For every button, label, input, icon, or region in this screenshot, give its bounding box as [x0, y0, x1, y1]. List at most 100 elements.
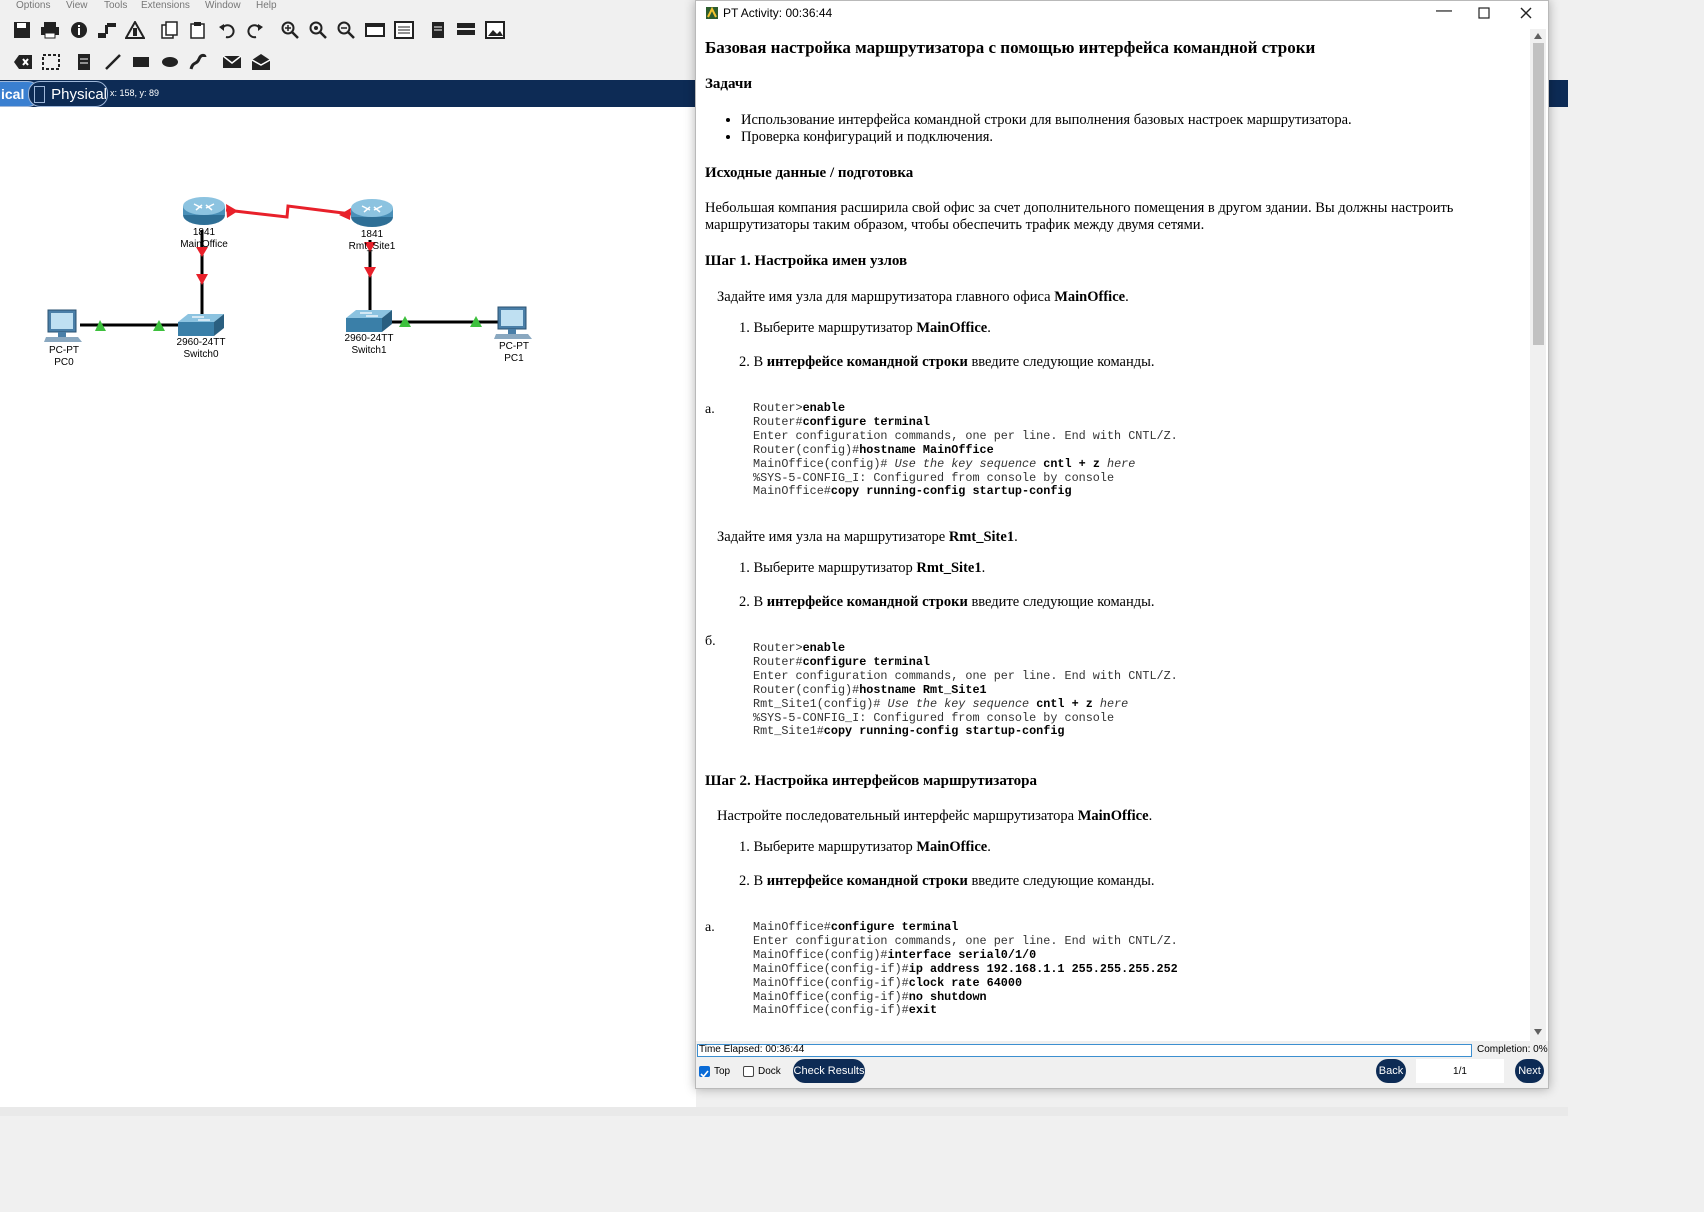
- switch-model: 2960-24TT: [344, 333, 394, 344]
- tasks-heading: Задачи: [705, 76, 753, 92]
- step1a-item1: 1. Выберите маршрутизатор MainOffice.: [739, 320, 991, 336]
- line-icon[interactable]: [102, 51, 124, 73]
- switch-switch1[interactable]: [346, 310, 392, 332]
- router-model: 1841: [360, 229, 384, 240]
- device-template-icon[interactable]: [455, 19, 477, 41]
- checkmark-icon: [700, 1070, 709, 1078]
- print-icon[interactable]: [39, 19, 61, 41]
- rectangle-icon[interactable]: [130, 51, 152, 73]
- router-icon: [351, 199, 393, 227]
- cursor-coordinates: x: 158, y: 89: [110, 88, 160, 98]
- code-marker-a: a.: [705, 402, 715, 417]
- pc-pc0[interactable]: [44, 309, 84, 343]
- main-toolbar: [0, 16, 700, 46]
- top-checkbox[interactable]: [699, 1066, 710, 1078]
- info-icon[interactable]: [68, 19, 90, 41]
- custom-view-icon[interactable]: [393, 19, 415, 41]
- intro-bold: MainOffice: [1054, 289, 1126, 305]
- code-line: MainOffice(config)#interface serial0/1/0: [753, 947, 1037, 962]
- custom-device-icon[interactable]: [124, 19, 146, 41]
- drawing-toolbar: [0, 48, 700, 78]
- redo-icon[interactable]: [244, 19, 266, 41]
- menu-view[interactable]: View: [66, 0, 88, 11]
- note-icon[interactable]: [73, 51, 95, 73]
- completion-text: Completion: 0%: [1477, 1044, 1548, 1055]
- zoom-out-icon[interactable]: [335, 19, 357, 41]
- image-icon[interactable]: [484, 19, 506, 41]
- code-block-a: Router>enable Router#configure terminal En…: [753, 401, 1178, 499]
- activity-title-bar[interactable]: PT Activity: 00:36:44 —: [696, 1, 1548, 25]
- minimize-button[interactable]: —: [1436, 2, 1452, 20]
- scroll-down-icon[interactable]: [1534, 1029, 1542, 1035]
- simple-pdu-icon[interactable]: [221, 51, 243, 73]
- menu-window[interactable]: Window: [205, 0, 241, 11]
- scroll-up-icon[interactable]: [1534, 33, 1542, 39]
- item-bold: Rmt_Site1: [916, 560, 982, 576]
- logical-workspace[interactable]: 1841 MainOffice 1841 Rmt_Site1 2960-24TT…: [0, 107, 696, 1107]
- maximize-button[interactable]: [1478, 7, 1490, 19]
- pc-pc0-label: PC-PT PC0: [34, 345, 94, 369]
- instructions-content[interactable]: Базовая настройка маршрутизатора с помощ…: [705, 29, 1530, 1041]
- router-mainoffice[interactable]: [182, 196, 226, 226]
- switch-name: Switch0: [183, 349, 219, 360]
- code-line: Router#configure terminal: [753, 654, 930, 669]
- pc-pc1[interactable]: [494, 306, 534, 340]
- network-info-icon[interactable]: [96, 19, 118, 41]
- step1b-item2: 2. В интерфейсе командной строки введите…: [739, 594, 1155, 610]
- step1b-item1: 1. Выберите маршрутизатор Rmt_Site1.: [739, 560, 986, 576]
- zoom-reset-icon[interactable]: [307, 19, 329, 41]
- top-label: Top: [714, 1066, 731, 1077]
- menu-help[interactable]: Help: [256, 0, 277, 11]
- step2a-item2: 2. В интерфейсе командной строки введите…: [739, 873, 1155, 889]
- check-results-button[interactable]: Check Results: [793, 1059, 865, 1083]
- save-icon[interactable]: [11, 19, 33, 41]
- code-line: Enter configuration commands, one per li…: [753, 428, 1178, 443]
- router-rmt-site1[interactable]: [350, 198, 394, 228]
- delete-icon[interactable]: [12, 51, 34, 73]
- code-line: MainOffice(config-if)#clock rate 64000: [753, 975, 1023, 990]
- item-text: Выберите маршрутизатор: [753, 839, 917, 855]
- serial-link: [225, 204, 352, 219]
- pc-icon: [44, 309, 82, 342]
- code-line: MainOffice#copy running-config startup-c…: [753, 484, 1072, 499]
- pc-icon: [494, 306, 532, 339]
- document-icon[interactable]: [427, 19, 449, 41]
- pc-model: PC-PT: [499, 341, 529, 352]
- tab-physical[interactable]: Physical: [28, 81, 108, 107]
- status-strip: [0, 1107, 1568, 1116]
- close-button[interactable]: [1519, 6, 1533, 20]
- dock-checkbox[interactable]: [743, 1066, 754, 1077]
- ellipse-icon[interactable]: [159, 51, 181, 73]
- step2a-intro: Настройте последовательный интерфейс мар…: [717, 808, 1153, 824]
- code-line: Enter configuration commands, one per li…: [753, 933, 1178, 948]
- code-line: Router>enable: [753, 641, 846, 655]
- next-button[interactable]: Next: [1515, 1059, 1544, 1083]
- zoom-in-icon[interactable]: [279, 19, 301, 41]
- freeform-icon[interactable]: [187, 51, 209, 73]
- item-bold: MainOffice: [916, 320, 988, 336]
- menu-options[interactable]: Options: [16, 0, 50, 11]
- router-rmt-site1-label: 1841 Rmt_Site1: [338, 229, 406, 253]
- intro-text: Настройте последовательный интерфейс мар…: [717, 808, 1078, 824]
- drawing-palette-icon[interactable]: [364, 19, 386, 41]
- code-line: Router#configure terminal: [753, 414, 930, 429]
- complex-pdu-icon[interactable]: [250, 51, 272, 73]
- router-name: MainOffice: [180, 239, 228, 250]
- menu-extensions[interactable]: Extensions: [141, 0, 190, 11]
- resize-icon[interactable]: [40, 51, 62, 73]
- menu-tools[interactable]: Tools: [104, 0, 127, 11]
- scrollbar-thumb[interactable]: [1533, 43, 1544, 345]
- activity-bottom-bar: Time Elapsed: 00:36:44 Completion: 0% To…: [696, 1041, 1548, 1088]
- link-down-indicator: [226, 204, 238, 218]
- switch-switch0[interactable]: [178, 314, 224, 336]
- undo-icon[interactable]: [216, 19, 238, 41]
- background-text: Небольшая компания расширила свой офис з…: [705, 200, 1454, 233]
- code-marker-c: a.: [705, 920, 715, 935]
- code-block-b: Router>enable Router#configure terminal En…: [753, 641, 1178, 739]
- switch-icon: [178, 314, 224, 336]
- code-line: MainOffice(config)# Use the key sequence…: [753, 456, 1136, 471]
- back-button[interactable]: Back: [1376, 1059, 1406, 1083]
- paste-icon[interactable]: [187, 19, 209, 41]
- item-bold: интерфейсе командной строки: [766, 873, 968, 889]
- copy-icon[interactable]: [159, 19, 181, 41]
